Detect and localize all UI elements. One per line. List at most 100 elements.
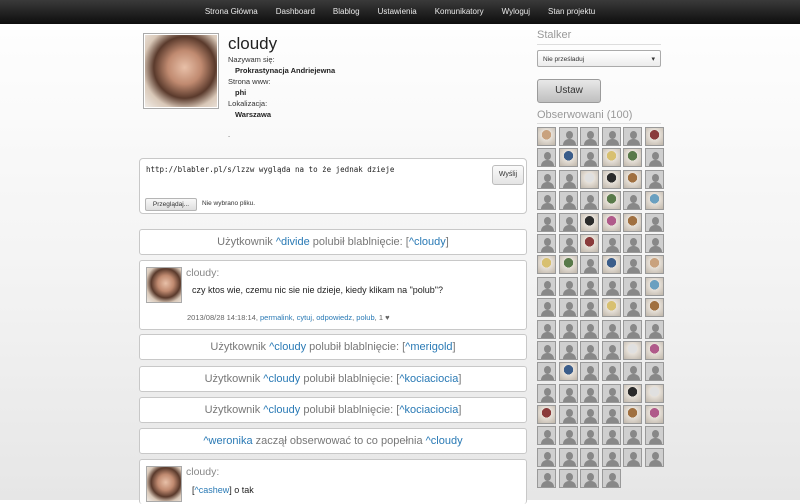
observed-user-avatar[interactable] (644, 426, 664, 446)
observed-user-avatar[interactable] (601, 148, 621, 168)
quote-link[interactable]: cytuj (297, 313, 312, 322)
send-button[interactable]: Wyślij (492, 165, 524, 185)
observed-user-avatar[interactable] (580, 191, 599, 211)
observed-user-avatar[interactable] (558, 319, 578, 339)
user-link[interactable]: ^weronika (203, 435, 252, 447)
user-link[interactable]: ^cloudy (269, 341, 306, 353)
like-link[interactable]: polub (356, 313, 374, 322)
observed-user-avatar[interactable] (644, 340, 664, 360)
observed-user-avatar[interactable] (601, 383, 621, 403)
nav-item[interactable]: Ustawienia (378, 0, 417, 24)
nav-item[interactable]: Stan projektu (548, 0, 595, 24)
observed-user-avatar[interactable] (537, 298, 556, 318)
observed-user-avatar[interactable] (601, 212, 621, 232)
observed-user-avatar[interactable] (601, 233, 621, 253)
post-textarea[interactable]: http://blabler.pl/s/lzzw wygląda na to ż… (146, 165, 394, 174)
user-link[interactable]: ^cloudy (426, 435, 463, 447)
observed-user-avatar[interactable] (623, 276, 642, 296)
user-link[interactable]: ^cloudy (409, 236, 446, 248)
observed-user-avatar[interactable] (623, 298, 642, 318)
observed-user-avatar[interactable] (537, 469, 556, 489)
observed-user-avatar[interactable] (601, 340, 621, 360)
observed-user-avatar[interactable] (537, 340, 556, 360)
user-link[interactable]: ^kociaciocia (399, 373, 458, 385)
observed-user-avatar[interactable] (537, 169, 556, 189)
observed-user-avatar[interactable] (623, 191, 642, 211)
observed-user-avatar[interactable] (580, 447, 599, 467)
observed-user-avatar[interactable] (537, 276, 556, 296)
observed-user-avatar[interactable] (537, 405, 556, 425)
observed-user-avatar[interactable] (537, 319, 556, 339)
observed-user-avatar[interactable] (580, 255, 599, 275)
observed-user-avatar[interactable] (601, 447, 621, 467)
observed-user-avatar[interactable] (558, 212, 578, 232)
nav-item[interactable]: Strona Główna (205, 0, 258, 24)
observed-user-avatar[interactable] (558, 298, 578, 318)
nav-item[interactable]: Wyloguj (502, 0, 530, 24)
observed-user-avatar[interactable] (644, 276, 664, 296)
observed-user-avatar[interactable] (644, 191, 664, 211)
observed-user-avatar[interactable] (580, 298, 599, 318)
observed-user-avatar[interactable] (623, 405, 642, 425)
observed-user-avatar[interactable] (537, 212, 556, 232)
observed-user-avatar[interactable] (558, 169, 578, 189)
observed-user-avatar[interactable] (644, 148, 664, 168)
observed-user-avatar[interactable] (537, 148, 556, 168)
mention-link[interactable]: ^cashew (195, 485, 230, 495)
observed-user-avatar[interactable] (601, 276, 621, 296)
observed-user-avatar[interactable] (580, 383, 599, 403)
observed-user-avatar[interactable] (601, 405, 621, 425)
observed-user-avatar[interactable] (644, 447, 664, 467)
observed-user-avatar[interactable] (537, 426, 556, 446)
observed-user-avatar[interactable] (558, 127, 578, 146)
observed-user-avatar[interactable] (558, 255, 578, 275)
stalker-select[interactable]: Nie prześladuj ▾ (537, 50, 661, 67)
observed-user-avatar[interactable] (644, 298, 664, 318)
observed-user-avatar[interactable] (580, 469, 599, 489)
observed-user-avatar[interactable] (601, 319, 621, 339)
observed-user-avatar[interactable] (580, 319, 599, 339)
observed-user-avatar[interactable] (580, 276, 599, 296)
observed-user-avatar[interactable] (537, 362, 556, 382)
post-avatar[interactable] (146, 267, 182, 303)
nav-item[interactable]: Blablog (333, 0, 360, 24)
user-link[interactable]: ^cloudy (263, 373, 300, 385)
observed-user-avatar[interactable] (558, 447, 578, 467)
observed-user-avatar[interactable] (623, 362, 642, 382)
observed-user-avatar[interactable] (623, 127, 642, 146)
observed-user-avatar[interactable] (623, 212, 642, 232)
user-link[interactable]: ^kociaciocia (399, 404, 458, 416)
user-link[interactable]: ^divide (276, 236, 310, 248)
observed-user-avatar[interactable] (644, 127, 664, 146)
observed-user-avatar[interactable] (623, 169, 642, 189)
observed-user-avatar[interactable] (623, 426, 642, 446)
www-value[interactable]: phi (235, 88, 246, 97)
observed-user-avatar[interactable] (623, 447, 642, 467)
user-link[interactable]: ^merigold (405, 341, 452, 353)
post-author[interactable]: cloudy: (186, 267, 219, 279)
observed-user-avatar[interactable] (558, 233, 578, 253)
observed-user-avatar[interactable] (644, 383, 664, 403)
nav-item[interactable]: Dashboard (276, 0, 315, 24)
observed-user-avatar[interactable] (601, 191, 621, 211)
observed-user-avatar[interactable] (623, 255, 642, 275)
observed-user-avatar[interactable] (644, 212, 664, 232)
observed-user-avatar[interactable] (537, 127, 556, 146)
observed-user-avatar[interactable] (644, 255, 664, 275)
observed-user-avatar[interactable] (558, 148, 578, 168)
observed-user-avatar[interactable] (558, 405, 578, 425)
observed-user-avatar[interactable] (537, 233, 556, 253)
observed-user-avatar[interactable] (558, 426, 578, 446)
observed-user-avatar[interactable] (558, 383, 578, 403)
observed-user-avatar[interactable] (644, 405, 664, 425)
observed-user-avatar[interactable] (601, 255, 621, 275)
observed-user-avatar[interactable] (580, 362, 599, 382)
observed-user-avatar[interactable] (580, 169, 599, 189)
observed-user-avatar[interactable] (537, 191, 556, 211)
observed-user-avatar[interactable] (623, 148, 642, 168)
observed-user-avatar[interactable] (580, 212, 599, 232)
observed-user-avatar[interactable] (623, 340, 642, 360)
post-author[interactable]: cloudy: (186, 466, 219, 478)
observed-user-avatar[interactable] (558, 362, 578, 382)
observed-user-avatar[interactable] (623, 233, 642, 253)
